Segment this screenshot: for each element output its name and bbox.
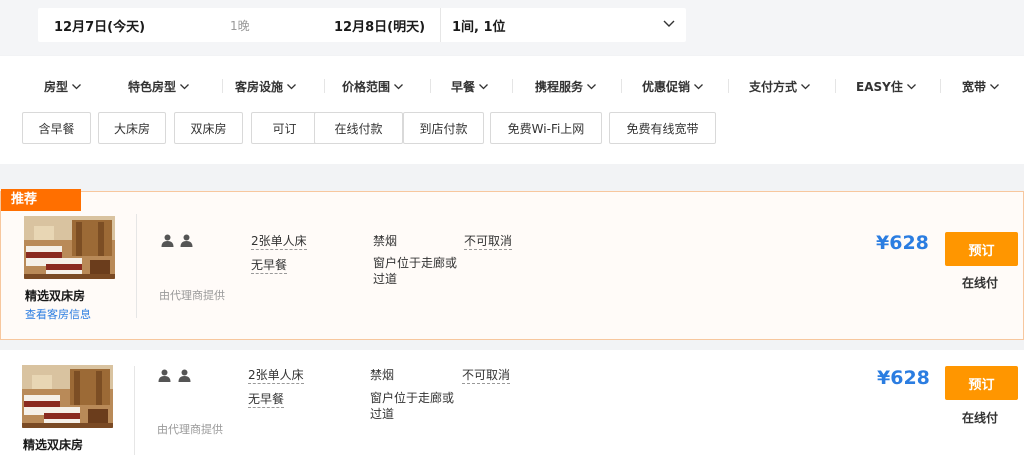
breakfast-info[interactable]: 无早餐 (251, 257, 288, 274)
room-card: 精选双床房 由代理商提供 2张单人床 无早餐 禁烟 窗户位于走廊或过道 不可取消… (0, 350, 1024, 455)
room-photo-image (24, 216, 115, 279)
tag-free-wired[interactable]: 免费有线宽带 (609, 112, 716, 144)
chevron-down-icon (906, 83, 916, 89)
tag-free-wifi[interactable]: 免费Wi-Fi上网 (490, 112, 602, 144)
chevron-down-icon[interactable] (662, 16, 676, 30)
filter-promotions[interactable]: 优惠促销 (642, 76, 704, 96)
person-icon (158, 369, 171, 382)
date-guest-box: 12月7日(今天) 1晚 12月8日(明天) 1间, 1位 (38, 8, 686, 42)
bed-type[interactable]: 2张单人床 (251, 233, 307, 250)
checkout-date[interactable]: 12月8日(明天) (334, 16, 425, 35)
divider (621, 79, 622, 93)
filter-label: 特色房型 (128, 79, 177, 94)
pay-type: 在线付 (962, 411, 999, 425)
filter-room-facilities[interactable]: 客房设施 (235, 76, 297, 96)
room-photo[interactable] (22, 365, 113, 428)
chevron-down-icon (180, 83, 189, 89)
chevron-down-icon (72, 83, 81, 89)
chevron-down-icon (394, 83, 403, 89)
room-name[interactable]: 精选双床房 (23, 436, 83, 453)
filter-easy-stay[interactable]: EASY住 (856, 76, 917, 96)
window-info: 窗户位于走廊或过道 (373, 256, 458, 286)
room-photo[interactable] (24, 216, 115, 279)
filter-label: 优惠促销 (642, 79, 691, 94)
chevron-down-icon (587, 83, 596, 89)
filter-label: 客房设施 (235, 79, 284, 94)
agent-note: 由代理商提供 (157, 423, 223, 436)
filter-label: 宽带 (962, 79, 987, 94)
filter-label: 房型 (44, 79, 69, 94)
chevron-down-icon (990, 83, 999, 89)
book-button[interactable]: 预订 (945, 232, 1018, 266)
agent-note: 由代理商提供 (159, 289, 225, 302)
filter-room-type[interactable]: 房型 (44, 76, 82, 96)
chevron-down-icon (479, 83, 488, 89)
chevron-down-icon (801, 83, 810, 89)
divider (940, 79, 941, 93)
filter-label: 支付方式 (749, 79, 798, 94)
recommend-badge: 推荐 (1, 189, 81, 211)
filter-price-range[interactable]: 价格范围 (342, 76, 404, 96)
breakfast-info[interactable]: 无早餐 (248, 391, 285, 408)
filter-broadband[interactable]: 宽带 (962, 76, 1000, 96)
chevron-down-icon (287, 83, 296, 89)
window-info: 窗户位于走廊或过道 (370, 391, 455, 421)
smoking-policy: 禁烟 (373, 234, 398, 248)
room-card: 推荐 精选双床房 查看客房信息 由代理商提供 2张单人床 无早餐 禁烟 窗户位于… (0, 189, 1024, 340)
person-icon (178, 369, 191, 382)
room-name[interactable]: 精选双床房 (25, 287, 85, 304)
cancel-policy[interactable]: 不可取消 (464, 233, 513, 250)
filter-special-room[interactable]: 特色房型 (128, 76, 190, 96)
tag-pay-at-hotel[interactable]: 到店付款 (403, 112, 484, 144)
tag-pay-online[interactable]: 在线付款 (314, 112, 403, 144)
person-icon (161, 234, 174, 247)
book-button[interactable]: 预订 (945, 366, 1018, 400)
filter-payment[interactable]: 支付方式 (749, 76, 811, 96)
room-photo-image (22, 365, 113, 428)
room-price: ¥628 (877, 367, 930, 389)
search-bar: 12月7日(今天) 1晚 12月8日(明天) 1间, 1位 (0, 0, 1024, 55)
filter-label: 价格范围 (342, 79, 391, 94)
divider (134, 366, 135, 455)
filter-label: 早餐 (451, 79, 476, 94)
tag-twin-bed[interactable]: 双床房 (174, 112, 243, 144)
bed-type[interactable]: 2张单人床 (248, 367, 304, 384)
divider (728, 79, 729, 93)
nights-count: 1晚 (230, 18, 250, 33)
tag-big-bed[interactable]: 大床房 (98, 112, 166, 144)
divider (222, 79, 223, 93)
divider (440, 8, 441, 42)
filter-dropdowns: 房型 特色房型 客房设施 价格范围 早餐 携程服务 优惠促销 支付方式 EASY… (22, 76, 1024, 96)
room-info-link[interactable]: 查看客房信息 (25, 306, 91, 322)
filter-ctrip-service[interactable]: 携程服务 (535, 76, 597, 96)
checkin-date[interactable]: 12月7日(今天) (54, 16, 145, 35)
chevron-down-icon (694, 83, 703, 89)
guest-selector[interactable]: 1间, 1位 (452, 16, 506, 35)
filter-panel: 房型 特色房型 客房设施 价格范围 早餐 携程服务 优惠促销 支付方式 EASY… (0, 56, 1024, 164)
person-icon (180, 234, 193, 247)
divider (512, 79, 513, 93)
pay-type: 在线付 (962, 276, 999, 290)
divider (430, 79, 431, 93)
room-price: ¥628 (876, 232, 929, 254)
filter-breakfast[interactable]: 早餐 (451, 76, 489, 96)
filter-label: 携程服务 (535, 79, 584, 94)
divider (835, 79, 836, 93)
divider (324, 79, 325, 93)
tag-bookable[interactable]: 可订 (251, 112, 318, 144)
cancel-policy[interactable]: 不可取消 (462, 367, 511, 384)
smoking-policy: 禁烟 (370, 368, 395, 382)
filter-label: EASY住 (856, 79, 903, 94)
divider (136, 214, 137, 318)
tag-breakfast[interactable]: 含早餐 (22, 112, 91, 144)
